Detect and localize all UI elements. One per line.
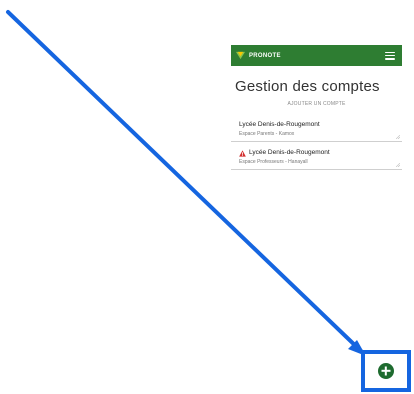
account-school-name: Lycée Denis-de-Rougemont (249, 149, 330, 156)
pronote-logo-icon (236, 51, 245, 60)
add-circle-icon[interactable] (378, 363, 394, 379)
phone-screen: PRONOTE Gestion des comptes AJOUTER UN C… (231, 45, 402, 180)
brand: PRONOTE (236, 51, 281, 60)
resize-grip-icon (396, 163, 400, 167)
account-school-name: Lycée Denis-de-Rougemont (239, 121, 320, 128)
add-account-link[interactable]: AJOUTER UN COMPTE (231, 101, 402, 107)
app-header: PRONOTE (231, 45, 402, 66)
page-title: Gestion des comptes (235, 78, 380, 95)
resize-grip-icon (396, 135, 400, 139)
account-school: Lycée Denis-de-Rougemont (239, 121, 398, 129)
account-space: Espace Parents - Kamox (239, 131, 295, 137)
account-school: Lycée Denis-de-Rougemont (239, 149, 398, 157)
account-card[interactable]: Lycée Denis-de-Rougemont Espace Professe… (231, 144, 402, 170)
account-space: Espace Professeurs - Hanayall (239, 159, 308, 165)
hamburger-menu-icon[interactable] (385, 51, 395, 60)
brand-name: PRONOTE (249, 52, 281, 59)
highlight-box (361, 350, 411, 392)
account-card[interactable]: Lycée Denis-de-Rougemont Espace Parents … (231, 116, 402, 142)
warning-icon (239, 149, 246, 157)
